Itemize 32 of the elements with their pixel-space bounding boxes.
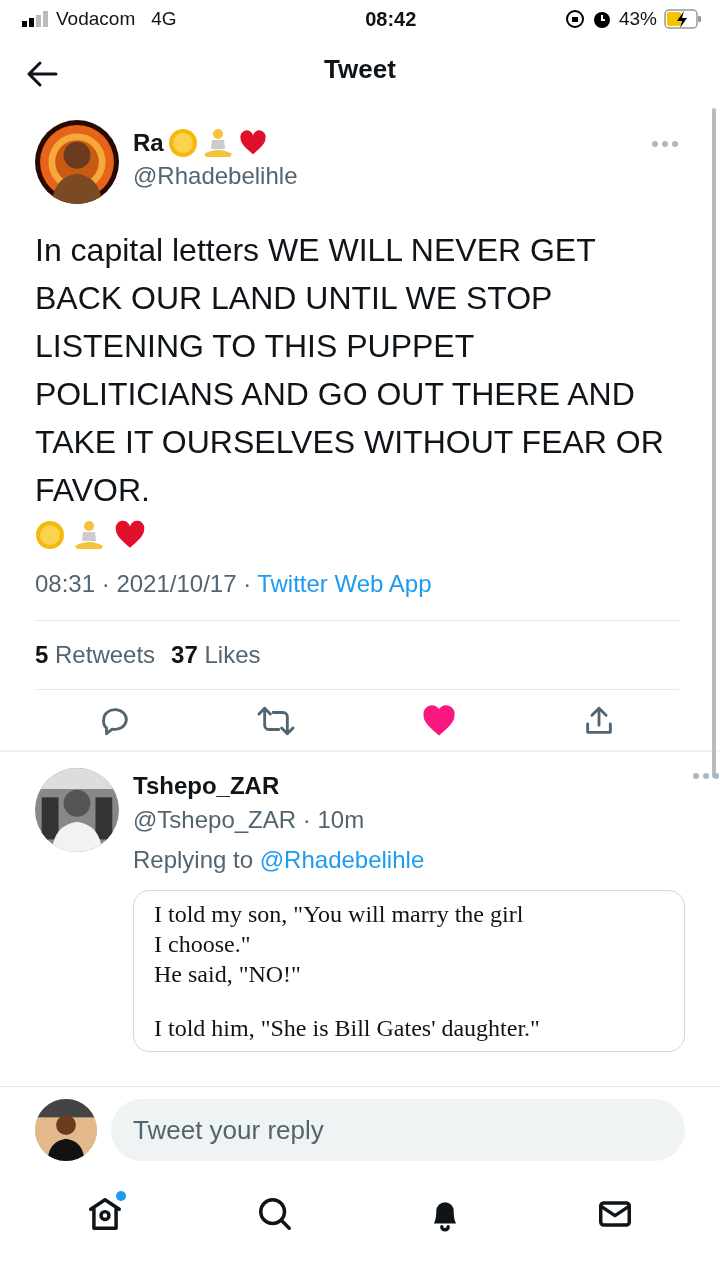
- retweet-icon[interactable]: [257, 704, 296, 738]
- battery-charging-icon: [664, 9, 702, 29]
- meditating-person-icon: [201, 128, 234, 158]
- reply-author-meta: @Tshepo_ZAR · 10m: [133, 806, 366, 834]
- carrier-name: Vodacom: [56, 8, 136, 30]
- signal-icon: [22, 11, 48, 27]
- back-arrow-icon[interactable]: [26, 60, 58, 88]
- meditating-person-icon: [73, 520, 105, 550]
- network-type: 4G: [151, 8, 177, 30]
- engagement-stat[interactable]: 5 Retweets: [35, 641, 156, 669]
- tweet-text: In capital letters WE WILL NEVER GET BACK OUR LAND UNTIL WE STOP LISTENING TO THIS PUPPET POLITICIANS AND GO OUT THERE AND TAKE IT OURSELVES WITHOUT FEAR OR FAVOR.: [35, 232, 664, 508]
- search-icon: [256, 1195, 294, 1233]
- replying-to-text: Replying to @Rhadebelihle: [133, 846, 426, 874]
- author-handle[interactable]: @Rhadebelihle: [133, 162, 298, 190]
- image-text-line: He said, "NO!": [154, 960, 302, 989]
- rotation-lock-icon: [564, 9, 585, 29]
- notification-dot: [116, 1191, 126, 1201]
- home-icon: [86, 1195, 124, 1233]
- image-text-line: I told him, "She is Bill Gates' daughter.": [154, 1014, 541, 1043]
- reply-author-name[interactable]: Tshepo_ZAR: [133, 772, 685, 800]
- alarm-icon: [591, 9, 612, 29]
- battery-percentage: 43%: [618, 8, 657, 30]
- image-text-line: I told my son, "You will marry the girl: [154, 900, 525, 929]
- author-name[interactable]: Ra: [133, 129, 164, 157]
- tweet-timestamp: 08:31 · 2021/10/17 ·: [35, 570, 252, 598]
- reply-image[interactable]: I told my son, "You will marry the girl I choose." He said, "NO!" I told him, "She is Bill Gates' daughter.": [133, 890, 685, 1052]
- engagement-stat[interactable]: 37 Likes: [171, 641, 261, 669]
- clock: 08:42: [365, 7, 417, 31]
- heart-icon[interactable]: [420, 704, 457, 738]
- page-title: Tweet: [324, 53, 396, 85]
- image-text-line: I choose.": [154, 930, 252, 959]
- reply-input-field[interactable]: Tweet your reply: [111, 1099, 685, 1161]
